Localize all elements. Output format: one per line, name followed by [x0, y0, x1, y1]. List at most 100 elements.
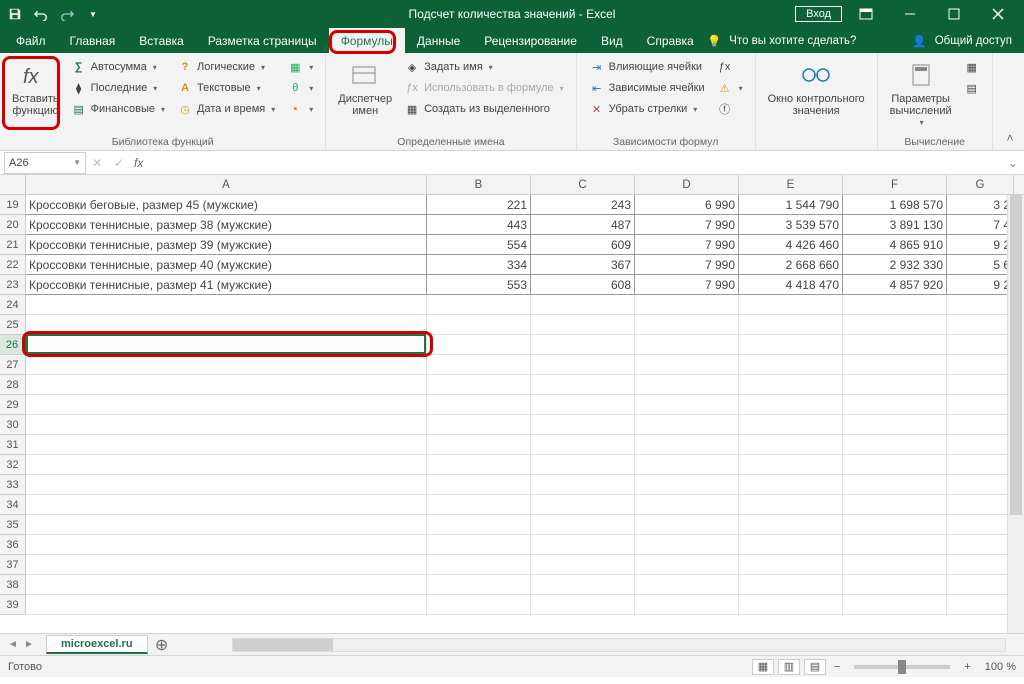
- watch-window-button[interactable]: Окно контрольного значения: [764, 57, 869, 119]
- error-check-button[interactable]: ⚠: [713, 78, 747, 98]
- cell-E39[interactable]: [739, 595, 843, 615]
- row-header-31[interactable]: 31: [0, 435, 25, 455]
- cell-D34[interactable]: [635, 495, 739, 515]
- view-normal-icon[interactable]: ▦: [752, 659, 774, 675]
- cell-D22[interactable]: 7 990: [635, 255, 739, 275]
- row-header-23[interactable]: 23: [0, 275, 25, 295]
- save-icon[interactable]: [6, 5, 24, 23]
- redo-icon[interactable]: [58, 5, 76, 23]
- qat-customize-icon[interactable]: ▼: [84, 5, 102, 23]
- cell-B31[interactable]: [427, 435, 531, 455]
- cell-E26[interactable]: [739, 335, 843, 355]
- cell-B29[interactable]: [427, 395, 531, 415]
- cell-G20[interactable]: 7 4: [947, 215, 1014, 235]
- cell-D25[interactable]: [635, 315, 739, 335]
- cell-F32[interactable]: [843, 455, 947, 475]
- cell-A22[interactable]: Кроссовки теннисные, размер 40 (мужские): [26, 255, 427, 275]
- cell-B20[interactable]: 443: [427, 215, 531, 235]
- cell-E21[interactable]: 4 426 460: [739, 235, 843, 255]
- row-header-20[interactable]: 20: [0, 215, 25, 235]
- cell-D19[interactable]: 6 990: [635, 195, 739, 215]
- cell-B34[interactable]: [427, 495, 531, 515]
- login-button[interactable]: Вход: [795, 6, 842, 22]
- logical-button[interactable]: ?Логические: [173, 57, 279, 77]
- cell-F33[interactable]: [843, 475, 947, 495]
- cell-C26[interactable]: [531, 335, 635, 355]
- cell-G23[interactable]: 9 2: [947, 275, 1014, 295]
- horizontal-scrollbar[interactable]: [232, 638, 1006, 652]
- cell-B27[interactable]: [427, 355, 531, 375]
- cell-D32[interactable]: [635, 455, 739, 475]
- row-header-37[interactable]: 37: [0, 555, 25, 575]
- cell-C39[interactable]: [531, 595, 635, 615]
- cell-D38[interactable]: [635, 575, 739, 595]
- cell-A21[interactable]: Кроссовки теннисные, размер 39 (мужские): [26, 235, 427, 255]
- trace-precedents-button[interactable]: ⇥Влияющие ячейки: [585, 57, 709, 77]
- cell-D35[interactable]: [635, 515, 739, 535]
- insert-function-button[interactable]: fx Вставить функцию: [8, 57, 63, 119]
- tab-layout[interactable]: Разметка страницы: [196, 28, 329, 53]
- zoom-thumb[interactable]: [898, 660, 906, 674]
- cell-D20[interactable]: 7 990: [635, 215, 739, 235]
- cell-B30[interactable]: [427, 415, 531, 435]
- tab-view[interactable]: Вид: [589, 28, 635, 53]
- cell-F39[interactable]: [843, 595, 947, 615]
- cell-C32[interactable]: [531, 455, 635, 475]
- cell-F21[interactable]: 4 865 910: [843, 235, 947, 255]
- cell-G36[interactable]: [947, 535, 1014, 555]
- cell-G21[interactable]: 9 2: [947, 235, 1014, 255]
- cell-A35[interactable]: [26, 515, 427, 535]
- view-page-icon[interactable]: ▥: [778, 659, 800, 675]
- use-in-formula-button[interactable]: ƒxИспользовать в формуле▾: [400, 78, 568, 98]
- cell-F37[interactable]: [843, 555, 947, 575]
- calc-options-button[interactable]: Параметры вычислений: [886, 57, 956, 130]
- evaluate-button[interactable]: ⓕ: [713, 99, 747, 119]
- cell-F27[interactable]: [843, 355, 947, 375]
- cell-B38[interactable]: [427, 575, 531, 595]
- row-header-25[interactable]: 25: [0, 315, 25, 335]
- cell-A34[interactable]: [26, 495, 427, 515]
- cell-A38[interactable]: [26, 575, 427, 595]
- row-header-35[interactable]: 35: [0, 515, 25, 535]
- row-header-36[interactable]: 36: [0, 535, 25, 555]
- cell-G35[interactable]: [947, 515, 1014, 535]
- sheet-next-icon[interactable]: ►: [22, 638, 36, 652]
- tab-home[interactable]: Главная: [58, 28, 128, 53]
- cell-G37[interactable]: [947, 555, 1014, 575]
- cell-B19[interactable]: 221: [427, 195, 531, 215]
- cell-B22[interactable]: 334: [427, 255, 531, 275]
- cell-C31[interactable]: [531, 435, 635, 455]
- cell-B36[interactable]: [427, 535, 531, 555]
- maximize-icon[interactable]: [934, 0, 974, 28]
- cell-D23[interactable]: 7 990: [635, 275, 739, 295]
- define-name-button[interactable]: ◈Задать имя: [400, 57, 568, 77]
- cell-B23[interactable]: 553: [427, 275, 531, 295]
- cell-E23[interactable]: 4 418 470: [739, 275, 843, 295]
- cell-D30[interactable]: [635, 415, 739, 435]
- autosum-button[interactable]: ∑Автосумма: [67, 57, 169, 77]
- cell-D29[interactable]: [635, 395, 739, 415]
- row-header-22[interactable]: 22: [0, 255, 25, 275]
- zoom-in-button[interactable]: +: [960, 661, 974, 673]
- cell-E22[interactable]: 2 668 660: [739, 255, 843, 275]
- cell-D36[interactable]: [635, 535, 739, 555]
- cell-D21[interactable]: 7 990: [635, 235, 739, 255]
- cell-A23[interactable]: Кроссовки теннисные, размер 41 (мужские): [26, 275, 427, 295]
- cell-A30[interactable]: [26, 415, 427, 435]
- calc-sheet-button[interactable]: ▤: [960, 78, 984, 98]
- cell-G19[interactable]: 3 2: [947, 195, 1014, 215]
- formula-input[interactable]: [147, 152, 1002, 174]
- cell-C27[interactable]: [531, 355, 635, 375]
- zoom-slider[interactable]: [854, 665, 950, 669]
- cell-C33[interactable]: [531, 475, 635, 495]
- cell-C25[interactable]: [531, 315, 635, 335]
- cell-C21[interactable]: 609: [531, 235, 635, 255]
- cell-E35[interactable]: [739, 515, 843, 535]
- column-header-C[interactable]: C: [531, 175, 635, 194]
- cell-C37[interactable]: [531, 555, 635, 575]
- cell-A24[interactable]: [26, 295, 427, 315]
- cell-F19[interactable]: 1 698 570: [843, 195, 947, 215]
- minimize-icon[interactable]: [890, 0, 930, 28]
- cell-E36[interactable]: [739, 535, 843, 555]
- cell-A26[interactable]: [26, 335, 427, 355]
